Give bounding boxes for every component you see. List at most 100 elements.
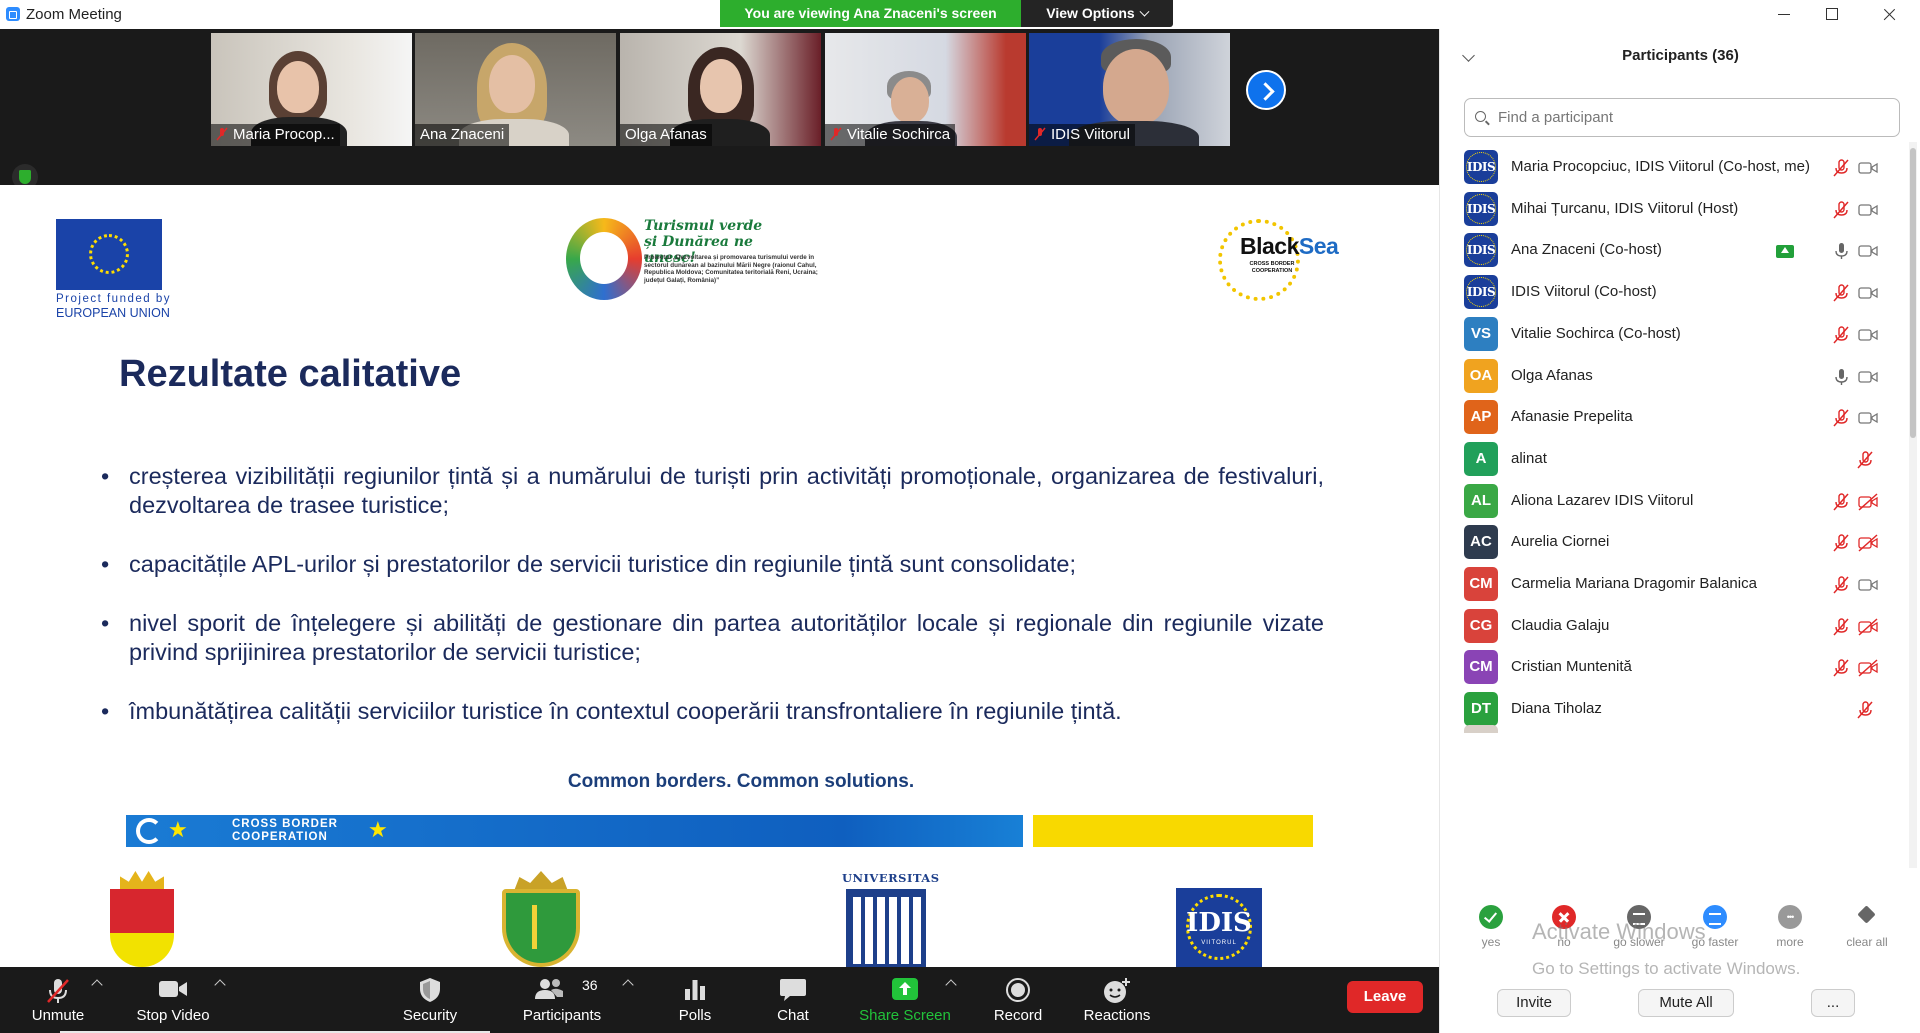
yellow-bar xyxy=(1033,815,1313,847)
eu-caption-line1: Project funded by xyxy=(56,293,172,305)
video-camera-icon[interactable] xyxy=(1858,409,1878,427)
mic-muted-icon[interactable] xyxy=(1856,451,1874,469)
close-button[interactable] xyxy=(1866,0,1912,29)
record-label: Record xyxy=(993,1007,1043,1024)
mic-muted-icon[interactable] xyxy=(1832,409,1850,427)
video-camera-icon[interactable] xyxy=(1858,242,1878,260)
eu-caption: Project funded by EUROPEAN UNION xyxy=(56,292,171,320)
black-sea-subtitle: CROSS BORDER COOPERATION xyxy=(1249,261,1295,274)
stop-video-button[interactable]: Stop Video xyxy=(128,967,218,1033)
participant-name: Olga Afanas xyxy=(1511,366,1593,384)
title-bar: Zoom Meeting You are viewing Ana Znaceni… xyxy=(0,0,1439,29)
mic-muted-icon[interactable] xyxy=(1832,326,1850,344)
mic-muted-icon[interactable] xyxy=(1832,576,1850,594)
mic-muted-icon[interactable] xyxy=(1856,701,1874,719)
participant-name: Vitalie Sochirca (Co-host) xyxy=(1511,324,1681,342)
video-camera-icon[interactable] xyxy=(1858,326,1878,344)
next-page-arrow-icon[interactable] xyxy=(1246,70,1286,110)
reactions-label: Reactions xyxy=(1083,1007,1151,1024)
mic-muted-icon[interactable] xyxy=(1832,659,1850,677)
participant-avatar: AL xyxy=(1464,483,1498,518)
video-camera-icon[interactable] xyxy=(1858,368,1878,386)
security-shield-icon xyxy=(420,978,440,1002)
eraser-icon xyxy=(1855,905,1879,929)
participants-panel: Participants (36) IDIS Maria Procopciuc, … xyxy=(1439,29,1920,1033)
mic-icon[interactable] xyxy=(1832,242,1850,260)
maximize-button[interactable] xyxy=(1809,0,1855,29)
activate-windows-watermark-subtitle: Go to Settings to activate Windows. xyxy=(1532,959,1801,978)
mute-all-button[interactable]: Mute All xyxy=(1638,989,1734,1017)
stop-video-label: Stop Video xyxy=(136,1007,210,1024)
slide-bullet: capacitățile APL-urilor și prestatorilor… xyxy=(101,550,1324,579)
video-thumbnail[interactable]: Maria Procop... xyxy=(211,33,412,146)
feedback-label: clear all xyxy=(1846,935,1888,949)
feedback-more-button[interactable]: more xyxy=(1755,897,1825,949)
video-camera-icon[interactable] xyxy=(1858,201,1878,219)
unmute-label: Unmute xyxy=(31,1007,85,1024)
video-participant-name: Vitalie Sochirca xyxy=(847,126,951,143)
minimize-button[interactable] xyxy=(1761,0,1807,29)
participant-name: IDIS Viitorul (Co-host) xyxy=(1511,283,1657,301)
mic-muted-icon[interactable] xyxy=(1832,492,1850,511)
mic-muted-icon[interactable] xyxy=(1832,534,1850,552)
coat-of-arms-logo xyxy=(110,871,174,967)
mic-muted-icon[interactable] xyxy=(1832,159,1850,177)
video-participant-name: IDIS Viitorul xyxy=(1051,126,1130,143)
video-thumbnail[interactable]: Olga Afanas xyxy=(620,33,821,146)
share-screen-button[interactable]: Share Screen xyxy=(855,967,955,1033)
video-off-icon[interactable] xyxy=(1858,493,1878,511)
project-logo: Turismul verde și Dunărea ne unesc! Proi… xyxy=(562,216,822,306)
feedback-label: more xyxy=(1776,935,1804,949)
mic-muted-icon[interactable] xyxy=(1832,284,1850,302)
video-camera-icon[interactable] xyxy=(1858,576,1878,594)
mic-muted-icon[interactable] xyxy=(1832,200,1850,219)
idis-viitorul-logo: IDIS VIITORUL xyxy=(1176,888,1262,967)
video-off-icon[interactable] xyxy=(1858,534,1878,552)
chat-button[interactable]: Chat xyxy=(767,967,819,1033)
participants-icon xyxy=(535,979,563,999)
mic-muted-icon[interactable] xyxy=(1832,617,1850,636)
participant-name: Diana Tiholaz xyxy=(1511,700,1602,718)
idis-logo-word: IDIS xyxy=(1186,908,1252,938)
participants-button[interactable]: 36 Participants xyxy=(512,967,612,1033)
video-off-icon[interactable] xyxy=(1858,618,1878,636)
feedback-clear-all-button[interactable]: clear all xyxy=(1832,897,1902,949)
invite-button[interactable]: Invite xyxy=(1497,989,1571,1017)
viewing-banner: You are viewing Ana Znaceni's screen xyxy=(720,0,1021,27)
video-off-icon[interactable] xyxy=(1858,659,1878,677)
video-name-tag: Maria Procop... xyxy=(211,124,340,146)
zoom-app-icon xyxy=(6,7,20,21)
video-camera-icon[interactable] xyxy=(1858,159,1878,177)
share-screen-icon xyxy=(892,978,918,1000)
reactions-button[interactable]: Reactions xyxy=(1082,967,1152,1033)
feedback-yes-button[interactable]: yes xyxy=(1456,897,1526,949)
more-options-button[interactable]: ... xyxy=(1811,989,1855,1017)
university-word: UNIVERSITAS xyxy=(842,871,940,885)
unmute-button[interactable]: Unmute xyxy=(18,967,98,1033)
video-participant-name: Olga Afanas xyxy=(625,126,707,143)
project-logo-text: Proiectul „Dezvoltarea și promovarea tur… xyxy=(644,254,818,284)
view-options-button[interactable]: View Options xyxy=(1021,0,1173,27)
participant-row[interactable]: DT Diana Tiholaz xyxy=(1440,684,1906,735)
video-thumbnail-active-speaker[interactable]: Ana Znaceni xyxy=(415,33,616,146)
participant-name: Afanasie Prepelita xyxy=(1511,408,1633,426)
video-thumbnail[interactable]: IDIS Viitorul xyxy=(1029,33,1230,146)
meeting-toolbar: Unmute Stop Video Security 36 Participan… xyxy=(0,967,1439,1033)
participant-search-input[interactable] xyxy=(1498,99,1888,136)
leave-button[interactable]: Leave xyxy=(1347,981,1423,1013)
slide-bullet: îmbunătățirea calității serviciilor turi… xyxy=(101,697,1324,726)
video-thumbnail[interactable]: Vitalie Sochirca xyxy=(825,33,1026,146)
polls-label: Polls xyxy=(678,1007,712,1024)
participant-list-scrollbar[interactable] xyxy=(1909,142,1917,868)
record-button[interactable]: Record xyxy=(987,967,1049,1033)
black-sea-logo: BlackSea CROSS BORDER COOPERATION xyxy=(1218,213,1353,305)
polls-button[interactable]: Polls xyxy=(670,967,720,1033)
participants-count: 36 xyxy=(582,977,598,993)
eu-flag-logo xyxy=(56,219,162,290)
mic-icon[interactable] xyxy=(1832,368,1850,386)
video-camera-icon[interactable] xyxy=(1858,284,1878,302)
participants-options-chevron-icon[interactable] xyxy=(622,979,634,991)
mic-muted-icon xyxy=(1034,127,1046,141)
participant-search xyxy=(1464,98,1900,137)
security-button[interactable]: Security xyxy=(392,967,468,1033)
